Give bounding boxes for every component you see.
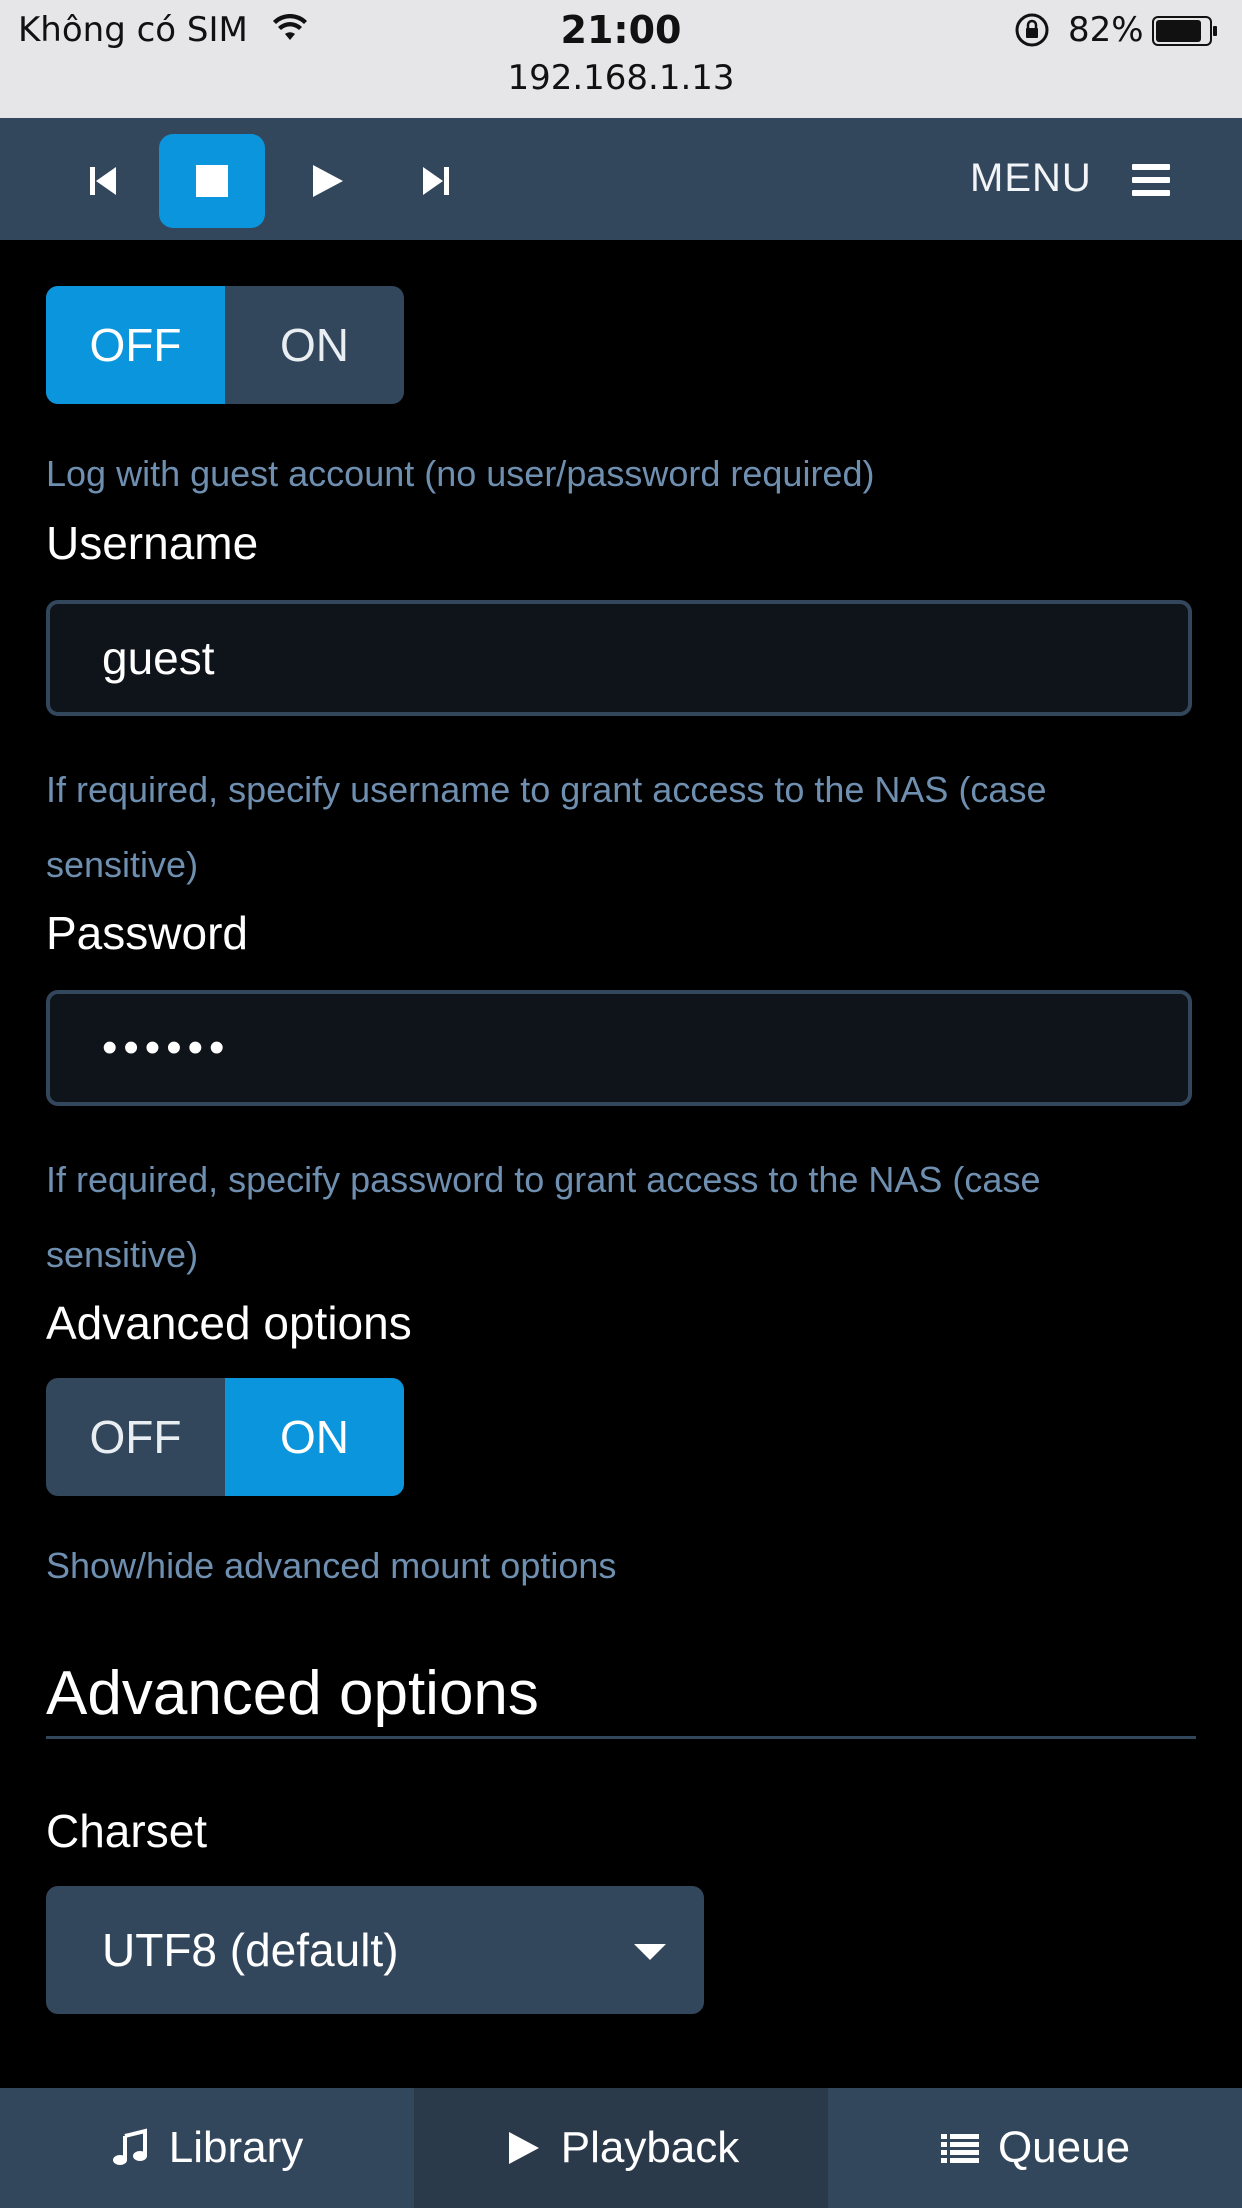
chevron-down-icon [634,1944,666,1960]
play-icon [313,165,343,197]
previous-button[interactable] [50,134,156,228]
advanced-options-off-option[interactable]: OFF [46,1378,225,1496]
battery-percent: 82% [1068,10,1144,50]
next-icon [423,167,449,195]
menu-button-label[interactable]: MENU [970,156,1092,201]
charset-select[interactable]: UTF8 (default) [46,1886,704,2014]
tab-library-label: Library [168,2123,304,2172]
play-button[interactable] [274,134,380,228]
play-icon [508,2132,539,2164]
bottom-tab-bar: Library Playback Queue [0,2088,1242,2208]
guest-access-on-option[interactable]: ON [225,286,404,404]
status-bar: Không có SIM 21:00 192.168.1.13 82% [0,0,1242,118]
stop-button[interactable] [159,134,265,228]
username-field[interactable]: guest [46,600,1192,716]
advanced-options-on-option[interactable]: ON [225,1378,404,1496]
tab-queue-label: Queue [997,2123,1131,2172]
charset-label: Charset [46,1805,208,1857]
guest-access-help: Log with guest account (no user/password… [46,453,875,494]
stop-icon [196,165,228,197]
rotation-lock-icon [1015,13,1049,47]
password-field[interactable]: •••••• [46,990,1192,1106]
password-label: Password [46,907,248,959]
battery-icon [1152,16,1217,46]
charset-selected-value: UTF8 (default) [102,1924,399,1976]
page-url[interactable]: 192.168.1.13 [0,58,1242,98]
tab-playback-label: Playback [560,2123,740,2172]
music-note-icon [112,2128,147,2165]
guest-access-toggle[interactable]: OFF ON [46,286,404,404]
tab-playback[interactable]: Playback [414,2088,828,2208]
username-help: If required, specify username to grant a… [46,769,1047,885]
password-help: If required, specify password to grant a… [46,1159,1041,1275]
previous-icon [90,167,116,195]
player-header: MENU [0,118,1242,240]
hamburger-menu-icon[interactable] [1132,162,1170,198]
next-button[interactable] [383,134,489,228]
settings-content[interactable]: Guest access OFF ON Log with guest accou… [0,240,1242,2088]
username-label: Username [46,517,259,569]
advanced-options-help: Show/hide advanced mount options [46,1545,617,1586]
list-icon [940,2134,979,2163]
clock: 21:00 [560,8,682,52]
advanced-options-toggle[interactable]: OFF ON [46,1378,404,1496]
tab-library[interactable]: Library [0,2088,414,2208]
advanced-section-title: Advanced options [46,1659,539,1728]
section-divider [46,1736,1196,1739]
tab-queue[interactable]: Queue [828,2088,1242,2208]
guest-access-label: Guest access [46,240,325,250]
advanced-options-label: Advanced options [46,1297,412,1349]
guest-access-off-option[interactable]: OFF [46,286,225,404]
